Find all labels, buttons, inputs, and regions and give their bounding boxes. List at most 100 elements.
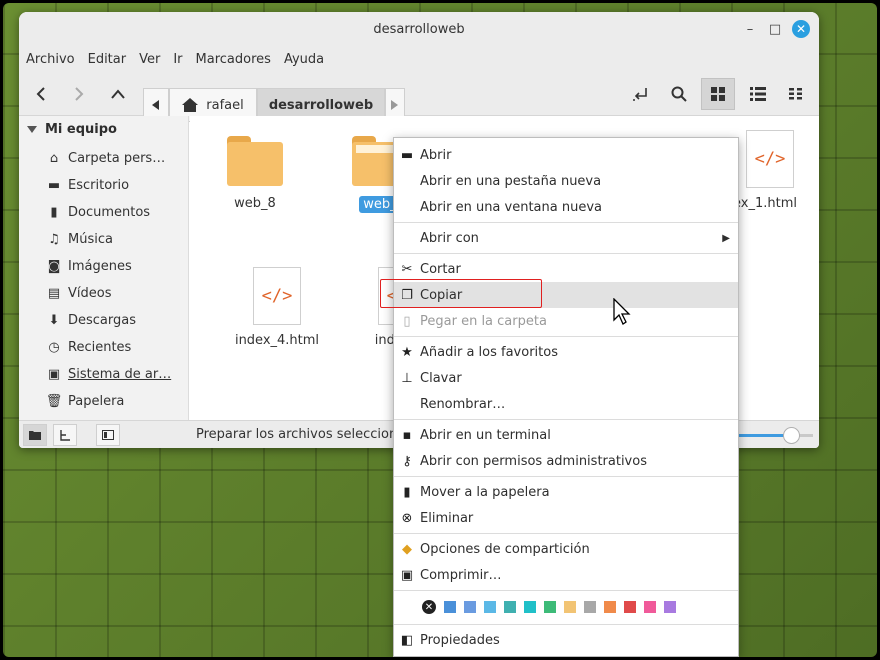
- menu-editar[interactable]: Editar: [88, 52, 127, 67]
- color-swatch[interactable]: [484, 601, 496, 613]
- menu-archivo[interactable]: Archivo: [26, 52, 75, 67]
- menu-item-open-admin[interactable]: ⚷ Abrir con permisos administrativos: [394, 448, 738, 474]
- menu-item-open-terminal[interactable]: ▪ Abrir en un terminal: [394, 422, 738, 448]
- menu-item-properties[interactable]: ◧ Propiedades: [394, 627, 738, 653]
- html-file-icon: </>: [746, 130, 794, 188]
- menu-item-label: Clavar: [420, 370, 462, 386]
- sidebar-item-filesystem[interactable]: ▣ Sistema de ar…: [45, 363, 185, 385]
- menu-item-pin[interactable]: ⊥ Clavar: [394, 365, 738, 391]
- color-swatch[interactable]: [564, 601, 576, 613]
- menu-item-label: Añadir a los favoritos: [420, 344, 558, 360]
- menu-item-compress[interactable]: ▣ Comprimir…: [394, 562, 738, 588]
- back-button[interactable]: [27, 80, 55, 108]
- context-menu: ▬ Abrir Abrir en una pestaña nueva Abrir…: [393, 137, 739, 657]
- zoom-slider-knob[interactable]: [782, 427, 800, 444]
- path-label-home: rafael: [206, 97, 244, 113]
- zoom-slider[interactable]: [739, 427, 813, 444]
- forward-button[interactable]: [65, 80, 93, 108]
- toggle-location-button[interactable]: [626, 80, 654, 108]
- show-places-button[interactable]: [23, 424, 47, 446]
- close-button[interactable]: ✕: [792, 20, 810, 38]
- menu-ver[interactable]: Ver: [139, 52, 160, 67]
- show-tree-button[interactable]: [53, 424, 77, 446]
- menu-item-open[interactable]: ▬ Abrir: [394, 142, 738, 168]
- up-button[interactable]: [104, 80, 132, 108]
- color-reset-icon[interactable]: ✕: [422, 600, 436, 614]
- menu-ayuda[interactable]: Ayuda: [284, 52, 324, 67]
- folder-icon: [227, 136, 283, 188]
- triangle-down-icon: [27, 125, 37, 133]
- color-swatch[interactable]: [644, 601, 656, 613]
- menu-ir[interactable]: Ir: [173, 52, 182, 67]
- sidebar-item-pictures[interactable]: ◙ Imágenes: [45, 255, 185, 277]
- color-swatch[interactable]: [504, 601, 516, 613]
- color-swatch[interactable]: [464, 601, 476, 613]
- title-bar[interactable]: desarrolloweb – □ ✕: [19, 12, 819, 46]
- file-item[interactable]: web_8: [200, 136, 310, 211]
- search-button[interactable]: [665, 80, 693, 108]
- mouse-cursor-icon: [613, 298, 631, 325]
- sidebar-item-label: Descargas: [68, 312, 137, 328]
- sidebar-item-documents[interactable]: ▮ Documentos: [45, 201, 185, 223]
- menu-item-add-favorite[interactable]: ★ Añadir a los favoritos: [394, 339, 738, 365]
- properties-icon: ◧: [400, 632, 414, 648]
- menu-item-open-window[interactable]: Abrir en una ventana nueva: [394, 194, 738, 220]
- triangle-right-icon: [391, 100, 398, 110]
- menu-item-rename[interactable]: Renombrar…: [394, 391, 738, 417]
- document-icon: ▮: [50, 204, 58, 220]
- menu-item-label: Opciones de compartición: [420, 541, 590, 557]
- color-swatch[interactable]: [524, 601, 536, 613]
- status-text: Preparar los archivos seleccionad: [196, 427, 414, 442]
- color-swatch[interactable]: [544, 601, 556, 613]
- sidebar-item-trash[interactable]: 🗑 Papelera: [45, 390, 185, 412]
- menu-separator: [394, 336, 738, 337]
- menu-item-label: Renombrar…: [420, 396, 506, 412]
- sidebar-item-downloads[interactable]: ⬇ Descargas: [45, 309, 185, 331]
- sidebar-item-recent[interactable]: ◷ Recientes: [45, 336, 185, 358]
- sidebar-item-desktop[interactable]: ▬ Escritorio: [45, 174, 185, 196]
- menu-item-label: Abrir en un terminal: [420, 427, 551, 443]
- triangle-left-icon: [152, 100, 159, 110]
- color-swatch[interactable]: [604, 601, 616, 613]
- color-swatch[interactable]: [664, 601, 676, 613]
- menu-separator: [394, 476, 738, 477]
- menu-item-label: Abrir en una ventana nueva: [420, 199, 602, 215]
- sidebar-item-videos[interactable]: ▤ Vídeos: [45, 282, 185, 304]
- menu-item-label: Abrir: [420, 147, 452, 163]
- list-view-button[interactable]: [744, 80, 772, 108]
- menu-bar: Archivo Editar Ver Ir Marcadores Ayuda: [19, 46, 819, 72]
- pin-icon: ⊥: [401, 370, 413, 386]
- share-icon: ◆: [402, 541, 412, 557]
- maximize-button[interactable]: □: [766, 20, 784, 38]
- compact-view-button[interactable]: [782, 80, 810, 108]
- delete-icon: ⊗: [401, 510, 413, 526]
- color-swatch[interactable]: [444, 601, 456, 613]
- archive-icon: ▣: [400, 567, 414, 583]
- sidebar-item-label: Vídeos: [68, 285, 112, 301]
- chevron-up-icon: [111, 89, 125, 99]
- sidebar-item-label: Documentos: [68, 204, 151, 220]
- sidebar-header[interactable]: Mi equipo: [27, 122, 117, 137]
- sidebar-item-music[interactable]: ♫ Música: [45, 228, 185, 250]
- search-icon: [671, 86, 687, 102]
- color-swatch[interactable]: [624, 601, 636, 613]
- sidebar-item-home[interactable]: ⌂ Carpeta pers…: [45, 147, 185, 169]
- menu-item-label: Eliminar: [420, 510, 474, 526]
- menu-item-open-with[interactable]: Abrir con ▶: [394, 225, 738, 251]
- menu-item-paste-into[interactable]: ▯ Pegar en la carpeta: [394, 308, 738, 334]
- color-swatch[interactable]: [584, 601, 596, 613]
- star-icon: ★: [401, 344, 413, 360]
- toggle-sidebar-button[interactable]: [96, 424, 120, 446]
- icon-view-button[interactable]: [701, 78, 735, 110]
- list-icon: [750, 87, 766, 101]
- menu-item-open-tab[interactable]: Abrir en una pestaña nueva: [394, 168, 738, 194]
- menu-item-sharing[interactable]: ◆ Opciones de compartición: [394, 536, 738, 562]
- chevron-right-icon: [75, 87, 84, 101]
- return-arrow-icon: [633, 88, 647, 101]
- menu-item-move-trash[interactable]: ▮ Mover a la papelera: [394, 479, 738, 505]
- menu-item-delete[interactable]: ⊗ Eliminar: [394, 505, 738, 531]
- minimize-button[interactable]: –: [741, 20, 759, 38]
- file-item[interactable]: </> index_4.html: [222, 267, 332, 348]
- menu-marcadores[interactable]: Marcadores: [196, 52, 271, 67]
- file-name: web_8: [234, 196, 276, 211]
